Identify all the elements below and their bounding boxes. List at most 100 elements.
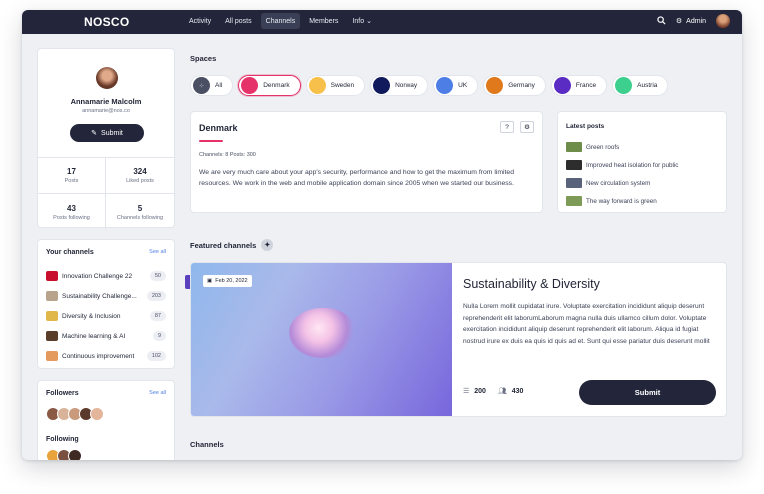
latest-post-item[interactable]: Green roofs <box>566 138 678 156</box>
latest-posts-title: Latest posts <box>566 123 605 130</box>
channel-name: Innovation Challenge 22 <box>62 272 133 280</box>
latest-post-item[interactable]: Improved heat isolation for public <box>566 156 678 174</box>
channel-count-badge: 102 <box>146 351 166 361</box>
chip-label: Austria <box>637 82 658 89</box>
followers-card: Followers See all Following <box>37 380 175 460</box>
followers-title: Followers <box>46 390 79 397</box>
nav-link-activity[interactable]: Activity <box>184 13 216 29</box>
stat-label: Posts following <box>53 214 90 221</box>
nav-link-info[interactable]: Info ⌄ <box>347 13 377 29</box>
channel-thumbnail <box>46 331 58 341</box>
your-channels-see-all-link[interactable]: See all <box>149 249 166 256</box>
nav-link-info-label: Info <box>352 17 365 25</box>
brand-logo[interactable]: NOSCO <box>84 15 130 29</box>
followers-see-all-link[interactable]: See all <box>149 390 166 397</box>
profile-submit-button[interactable]: ✎ Submit <box>70 124 144 142</box>
nav-link-all-posts[interactable]: All posts <box>220 13 256 29</box>
members-count: 430 <box>511 388 524 395</box>
spaces-heading: Spaces <box>190 54 217 63</box>
stat-posts-following[interactable]: 43 Posts following <box>38 194 106 230</box>
stat-value: 5 <box>137 203 143 213</box>
space-chip-norway[interactable]: Norway <box>370 75 429 96</box>
channel-count-badge: 50 <box>149 271 166 281</box>
nav-link-channels[interactable]: Channels <box>260 13 301 29</box>
gear-icon: ⚙ <box>675 18 683 25</box>
stat-posts[interactable]: 17 Posts <box>38 158 106 194</box>
chip-label: All <box>215 82 223 89</box>
profile-email: annamarie@nos.co <box>82 108 130 114</box>
admin-menu[interactable]: ⚙ Admin <box>675 17 706 26</box>
post-title: Improved heat isolation for public <box>586 161 679 169</box>
channel-thumbnail <box>46 311 58 321</box>
spaces-filter-chips: ⁘ All Denmark Sweden Norway UK Germany F… <box>190 75 669 96</box>
featured-channel-title: Sustainability & Diversity <box>463 277 600 291</box>
chip-color-dot <box>436 77 454 94</box>
gear-icon[interactable]: ⚙ <box>520 121 534 133</box>
admin-label: Admin <box>686 17 706 25</box>
space-chip-all[interactable]: ⁘ All <box>190 75 234 96</box>
avatar[interactable] <box>90 407 104 421</box>
space-chip-austria[interactable]: Austria <box>612 75 669 96</box>
space-accent-bar <box>199 140 223 142</box>
posts-count: 200 <box>474 388 486 395</box>
stat-liked-posts[interactable]: 324 Liked posts <box>106 158 174 194</box>
featured-channel-description: Nulla Lorem mollit cupidatat irure. Volu… <box>463 303 710 345</box>
user-avatar[interactable] <box>716 14 730 28</box>
space-title: Denmark <box>199 123 238 133</box>
post-title: The way forward is green <box>586 197 657 205</box>
nav-link-members[interactable]: Members <box>304 13 343 29</box>
your-channels-header: Your channels See all <box>46 249 166 256</box>
search-icon[interactable] <box>657 15 666 27</box>
space-chip-denmark[interactable]: Denmark <box>238 75 301 96</box>
followers-avatars <box>46 407 104 421</box>
people-icon: 👥︎ <box>497 388 507 395</box>
chip-color-dot <box>553 77 571 94</box>
featured-channel-image: ▣ Feb 20, 2022 <box>191 263 452 416</box>
channel-item-diversity[interactable]: Diversity & Inclusion 87 <box>46 306 166 326</box>
latest-posts-card: Latest posts Green roofs Improved heat i… <box>557 111 727 213</box>
channels-heading: Channels <box>190 440 224 449</box>
avatar[interactable] <box>68 449 82 460</box>
stat-value: 324 <box>133 167 147 176</box>
pin-icon[interactable]: ✦ <box>261 239 274 251</box>
channel-name: Continuous improvement <box>62 352 135 360</box>
profile-card: Annamarie Malcolm annamarie@nos.co ✎ Sub… <box>37 48 175 230</box>
channel-item-continuous-improvement[interactable]: Continuous improvement 102 <box>46 346 166 366</box>
chip-label: Sweden <box>330 82 355 89</box>
chip-label: Denmark <box>263 82 290 89</box>
chevron-down-icon: ⌄ <box>366 18 372 25</box>
stat-channels-following[interactable]: 5 Channels following <box>106 194 174 230</box>
profile-name: Annamarie Malcolm <box>70 97 142 106</box>
space-chip-germany[interactable]: Germany <box>483 75 546 96</box>
chip-label: UK <box>458 82 468 89</box>
space-chip-uk[interactable]: UK <box>433 75 479 96</box>
help-icon[interactable]: ? <box>500 121 514 133</box>
channel-item-sustainability[interactable]: Sustainability Challenge... 203 <box>46 286 166 306</box>
space-chip-sweden[interactable]: Sweden <box>305 75 366 96</box>
app-window: NOSCO Activity All posts Channels Member… <box>22 10 742 460</box>
latest-post-item[interactable]: The way forward is green <box>566 192 678 210</box>
featured-channels-heading: Featured channels ✦ <box>190 239 274 251</box>
channel-item-machine-learning[interactable]: Machine learning & AI 9 <box>46 326 166 346</box>
channel-name: Diversity & Inclusion <box>62 312 121 320</box>
post-thumbnail <box>566 160 582 170</box>
posts-stat: ☰ 200 <box>463 387 486 395</box>
profile-stats: 17 Posts 324 Liked posts 43 Posts follow… <box>38 157 174 230</box>
chip-label: Norway <box>395 82 418 89</box>
featured-channels-title: Featured channels <box>190 240 257 250</box>
nav-links: Activity All posts Channels Members Info… <box>184 13 377 29</box>
profile-avatar <box>96 67 118 89</box>
post-thumbnail <box>566 178 582 188</box>
your-channels-card: Your channels See all Innovation Challen… <box>37 239 175 369</box>
your-channels-list: Innovation Challenge 22 50 Sustainabilit… <box>46 266 166 366</box>
channel-item-innovation[interactable]: Innovation Challenge 22 50 <box>46 266 166 286</box>
pencil-icon: ✎ <box>91 130 98 137</box>
date-label: Feb 20, 2022 <box>215 278 248 284</box>
space-meta: Channels: 8 Posts: 300 <box>199 152 256 158</box>
latest-post-item[interactable]: New circulation system <box>566 174 678 192</box>
featured-submit-button[interactable]: Submit <box>579 380 716 405</box>
nav-right: ⚙ Admin <box>657 14 730 28</box>
space-chip-france[interactable]: France <box>550 75 608 96</box>
chip-color-dot <box>241 77 259 94</box>
brain-illustration <box>289 308 355 358</box>
